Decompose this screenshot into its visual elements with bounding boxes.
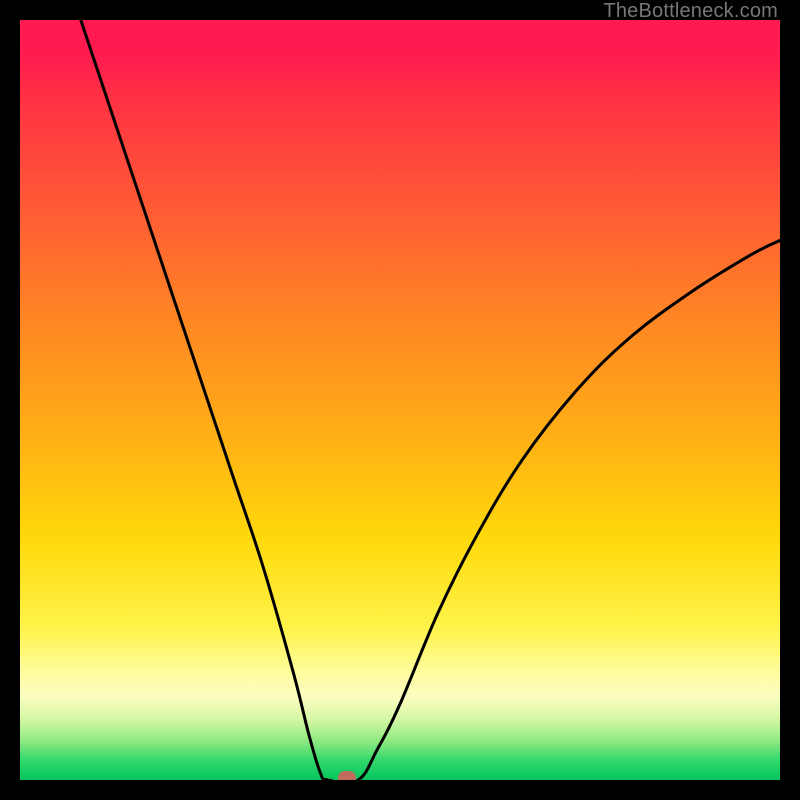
bottleneck-curve bbox=[20, 20, 780, 780]
plot-area bbox=[20, 20, 780, 780]
curve-path bbox=[81, 20, 780, 780]
optimum-marker-icon bbox=[338, 771, 356, 780]
chart-frame: TheBottleneck.com bbox=[0, 0, 800, 800]
watermark-label: TheBottleneck.com bbox=[603, 0, 778, 23]
